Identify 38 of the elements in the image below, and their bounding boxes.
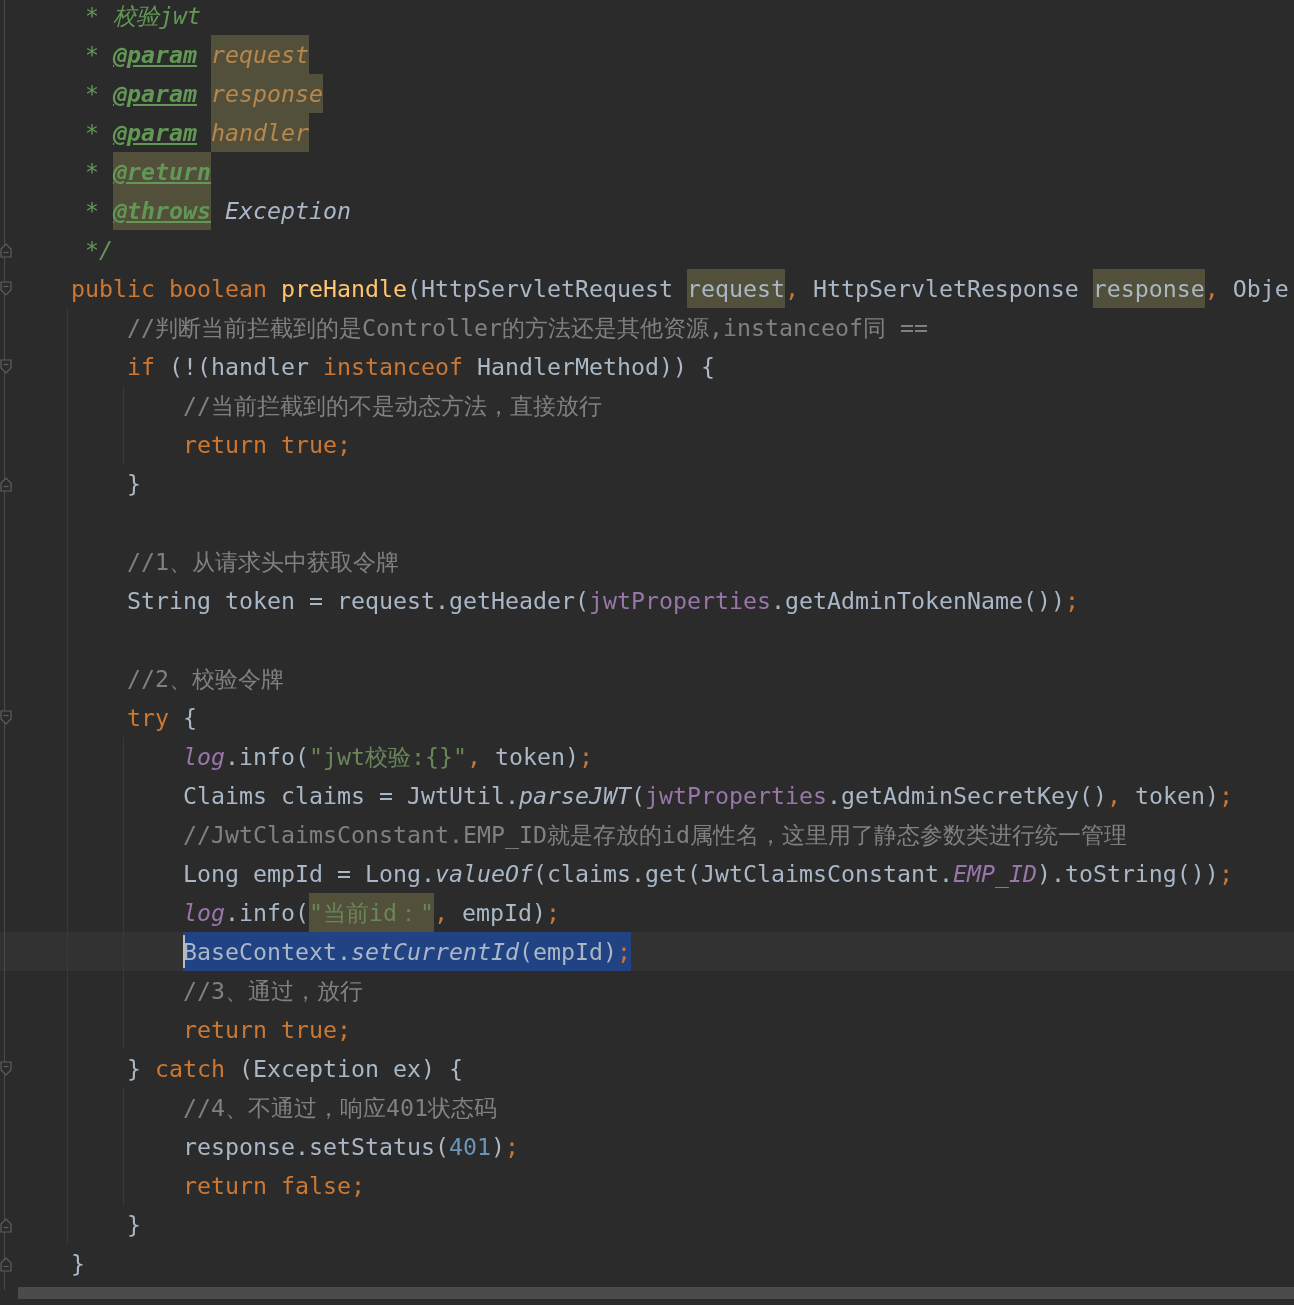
code-line: } — [127, 1210, 141, 1240]
code-line: try { — [127, 703, 197, 733]
code-line: return false; — [183, 1171, 365, 1201]
code-line: * @throws Exception — [71, 191, 351, 230]
code-line: //JwtClaimsConstant.EMP_ID就是存放的id属性名，这里用了静态参数类进行统一管理 — [183, 820, 1127, 851]
code-line: Claims claims = JwtUtil.parseJWT(jwtProperties.getAdminSecretKey(), token); — [183, 781, 1233, 811]
code-line: //判断当前拦截到的是Controller的方法还是其他资源,instanceof同 == — [127, 313, 928, 343]
code-line: //3、通过，放行 — [183, 976, 363, 1006]
code-line: */ — [84, 235, 113, 265]
code-line: * @param handler — [71, 113, 309, 152]
code-line: Long empId = Long.valueOf(claims.get(JwtClaimsConstant.EMP_ID).toString()); — [183, 859, 1233, 890]
fold-marker-icon[interactable] — [0, 358, 12, 375]
fold-marker-icon[interactable] — [0, 280, 12, 297]
fold-marker-icon[interactable] — [0, 475, 12, 492]
code-line: log.info("jwt校验:{}", token); — [183, 742, 593, 772]
code-line: * @param request — [71, 35, 309, 74]
code-line: } — [127, 469, 141, 499]
code-line: * 校验jwt — [84, 1, 201, 31]
code-line: } — [71, 1249, 85, 1279]
text-cursor — [183, 935, 185, 968]
code-line: //2、校验令牌 — [127, 664, 284, 694]
fold-marker-icon[interactable] — [0, 1060, 12, 1077]
code-line: String token = request.getHeader(jwtProperties.getAdminTokenName()); — [127, 586, 1079, 616]
code-line: //4、不通过，响应401状态码 — [183, 1093, 497, 1123]
code-line: * @param response — [71, 74, 323, 113]
fold-marker-icon[interactable] — [0, 1255, 12, 1272]
fold-marker-icon[interactable] — [0, 709, 12, 726]
code-line: return true; — [183, 1015, 351, 1045]
code-line: if (!(handler instanceof HandlerMethod)) { — [127, 352, 715, 382]
code-line: public boolean preHandle(HttpServletRequest request, HttpServletResponse response, Obje — [71, 269, 1289, 308]
code-line: return true; — [183, 430, 351, 460]
fold-marker-icon[interactable] — [0, 1216, 12, 1233]
code-line: //当前拦截到的不是动态方法，直接放行 — [183, 391, 602, 421]
code-line: } catch (Exception ex) { — [127, 1054, 463, 1084]
code-line: //1、从请求头中获取令牌 — [127, 547, 399, 577]
fold-marker-icon[interactable] — [0, 241, 12, 258]
code-line: response.setStatus(401); — [183, 1132, 519, 1162]
scrollbar-thumb[interactable] — [18, 1287, 1294, 1299]
